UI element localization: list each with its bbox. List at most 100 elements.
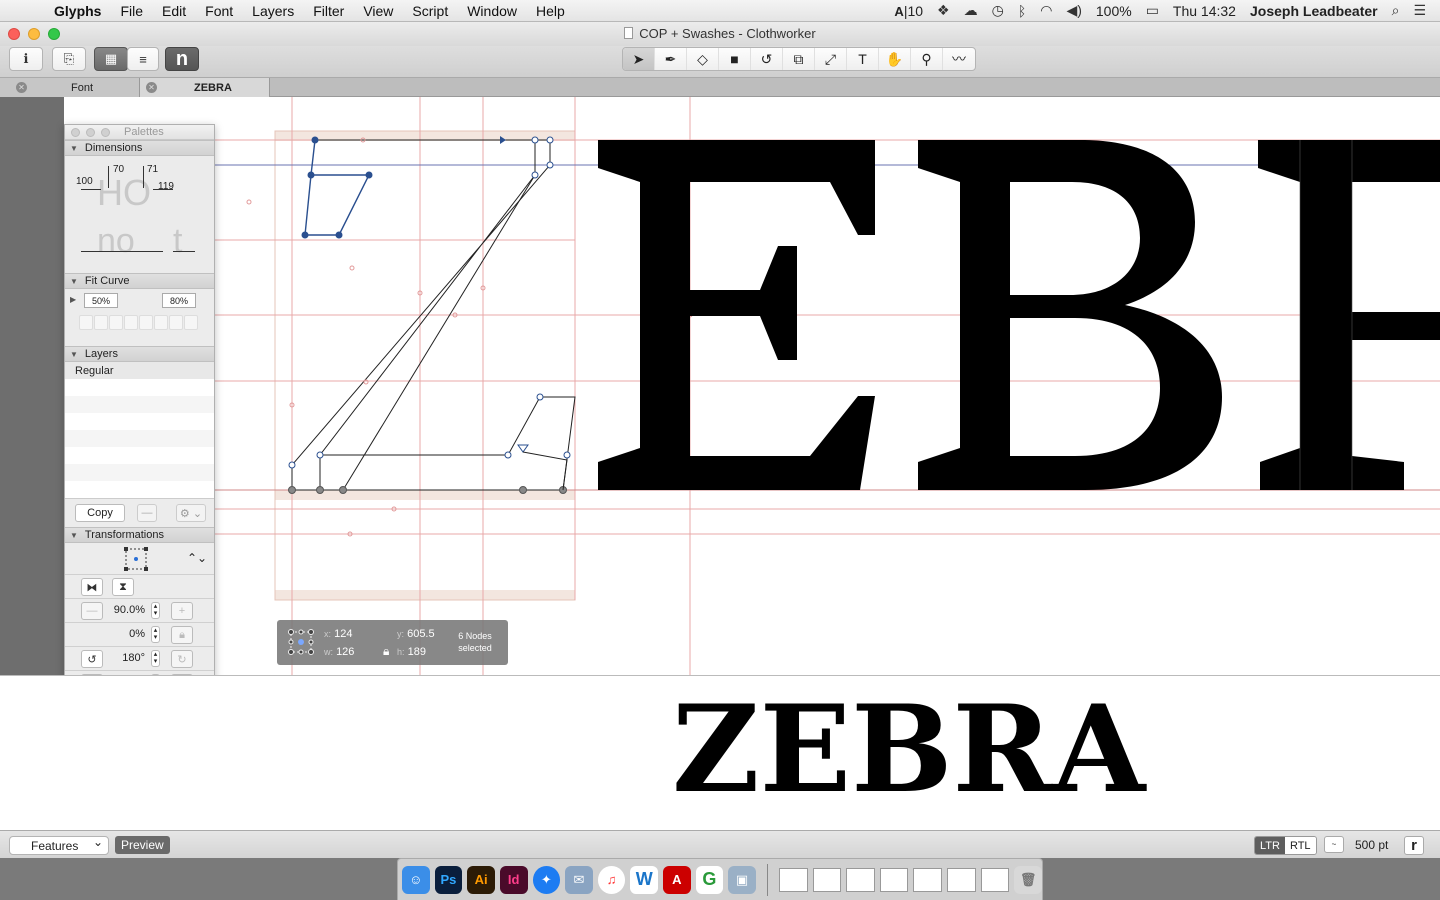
bluetooth-icon[interactable]: ᛒ [1018, 3, 1026, 19]
volume-icon[interactable]: ◀) [1066, 2, 1081, 19]
fit-curve-header[interactable]: ▼ Fit Curve [65, 273, 214, 289]
rotate-stepper[interactable]: ▴ ▾ [151, 650, 160, 667]
list-view-button[interactable]: ≡ [127, 47, 159, 71]
zoom-tool-icon[interactable]: ⚲ [911, 48, 943, 70]
rectangle-tool-icon[interactable]: ■ [719, 48, 751, 70]
scale-tool-icon[interactable]: ⧉ [783, 48, 815, 70]
transform-origin-icon[interactable] [287, 628, 315, 656]
y-field[interactable]: y: 605.5 [397, 628, 435, 640]
x-field[interactable]: x: 124 [324, 628, 352, 640]
notification-center-icon[interactable]: ☰ [1413, 2, 1426, 19]
fit-curve-min-field[interactable]: 50% [84, 293, 118, 308]
menu-edit[interactable]: Edit [162, 3, 186, 19]
illustrator-icon[interactable]: Ai [467, 865, 495, 894]
palette-close-button[interactable] [71, 127, 80, 137]
scale-down-button[interactable]: — [81, 602, 103, 620]
mail-icon[interactable]: ✉ [565, 865, 593, 894]
indesign-icon[interactable]: Id [499, 865, 528, 894]
dock-document-icon[interactable] [980, 867, 1010, 892]
creative-cloud-icon[interactable]: ☁ [964, 2, 978, 19]
layer-row-regular[interactable]: Regular [65, 362, 214, 379]
origin-stepper-icon[interactable]: ⌃⌄ [187, 551, 207, 565]
text-tool-icon[interactable]: T [847, 48, 879, 70]
height-field[interactable]: h: 189 [397, 646, 426, 658]
transformations-header[interactable]: ▼ Transformations [65, 527, 214, 543]
fit-curve-max-field[interactable]: 80% [162, 293, 196, 308]
reverse-preview-button[interactable]: r [1404, 836, 1424, 855]
photoshop-icon[interactable]: Ps [434, 865, 463, 894]
itunes-icon[interactable]: ♫ [597, 865, 626, 894]
dock-document-icon[interactable] [778, 867, 808, 892]
disclosure-triangle-icon[interactable]: ▼ [70, 144, 78, 153]
grid-view-button[interactable]: ▦ [94, 47, 128, 71]
menu-view[interactable]: View [363, 3, 393, 19]
tab-zebra[interactable]: ✕ ZEBRA [140, 78, 270, 97]
rotate-tool-icon[interactable]: ↺ [751, 48, 783, 70]
word-icon[interactable]: W [630, 865, 658, 894]
menu-layers[interactable]: Layers [252, 3, 294, 19]
disclosure-triangle-icon[interactable]: ▼ [70, 350, 78, 359]
spotlight-icon[interactable]: ⌕ [1392, 2, 1400, 19]
hand-tool-icon[interactable]: ✋ [879, 48, 911, 70]
close-tab-icon[interactable]: ✕ [16, 82, 27, 93]
measure-tool-icon[interactable]: 〰 [943, 48, 975, 70]
palette-zoom-button[interactable] [101, 127, 110, 137]
rotate-cw-icon[interactable]: ↻ [171, 650, 193, 668]
dropbox-icon[interactable]: ❖ [937, 2, 950, 19]
adobe-status[interactable]: A|10 [894, 3, 923, 19]
draw-tool-icon[interactable]: ✒ [655, 48, 687, 70]
slant-stepper[interactable]: ▴ ▾ [151, 626, 160, 643]
dock-document-icon[interactable] [947, 867, 976, 892]
scale-up-button[interactable]: + [171, 602, 193, 620]
bar-value[interactable]: 119 [158, 181, 174, 192]
wifi-icon[interactable]: ◠ [1040, 2, 1052, 19]
preview-app-icon[interactable]: ▣ [728, 865, 756, 894]
dock-document-icon[interactable] [913, 867, 943, 892]
dimensions-header[interactable]: ▼ Dimensions [65, 140, 214, 156]
width-field[interactable]: w: 126 [324, 646, 354, 658]
flip-horizontal-icon[interactable]: ⧓ [81, 578, 103, 596]
trash-icon[interactable]: 🗑︎ [1014, 865, 1042, 894]
stem-h-value[interactable]: 100 [76, 176, 93, 187]
dock-document-icon[interactable] [812, 867, 842, 892]
preview-size[interactable]: 500 pt [1355, 838, 1388, 852]
menu-app[interactable]: Glyphs [54, 3, 101, 19]
finder-icon[interactable]: ☺ [402, 865, 430, 894]
time-machine-icon[interactable]: ◷ [992, 2, 1004, 19]
palette-minimize-button[interactable] [86, 127, 95, 137]
layers-header[interactable]: ▼ Layers [65, 346, 214, 362]
menu-window[interactable]: Window [467, 3, 517, 19]
fit-curve-play-icon[interactable]: ▶ [70, 295, 76, 304]
preview-button[interactable]: Preview [115, 836, 170, 854]
menu-font[interactable]: Font [205, 3, 233, 19]
dock-document-icon[interactable] [879, 867, 909, 892]
select-tool-icon[interactable]: ➤ [623, 48, 655, 70]
rotate-ccw-icon[interactable]: ↺ [81, 650, 103, 668]
scale-stepper[interactable]: ▴ ▾ [151, 602, 160, 619]
remove-layer-button[interactable]: — [137, 504, 157, 522]
menu-file[interactable]: File [120, 3, 143, 19]
knife-tool-icon[interactable]: ⤢ [815, 48, 847, 70]
menu-script[interactable]: Script [412, 3, 448, 19]
copy-layer-button[interactable]: Copy [75, 504, 125, 522]
tab-font[interactable]: ✕ Font [0, 78, 140, 97]
stem-o-value[interactable]: 70 [113, 164, 124, 175]
clock[interactable]: Thu 14:32 [1173, 3, 1236, 19]
stem-o2-value[interactable]: 71 [147, 164, 158, 175]
disclosure-triangle-icon[interactable]: ▼ [70, 531, 78, 540]
fit-curve-presets[interactable] [79, 315, 198, 330]
battery-icon[interactable]: ▭ [1146, 2, 1159, 19]
close-tab-icon[interactable]: ✕ [146, 82, 157, 93]
features-select[interactable]: Features [9, 835, 109, 855]
palettes-titlebar[interactable]: Palettes [65, 125, 214, 140]
user-name[interactable]: Joseph Leadbeater [1250, 3, 1378, 19]
flip-vertical-icon[interactable]: ⧗ [112, 578, 134, 596]
glyphs-icon[interactable]: G [695, 865, 724, 894]
transform-origin-grid-icon[interactable] [123, 546, 149, 575]
info-button[interactable]: ℹ [9, 47, 43, 71]
lock-icon[interactable]: 🔒︎ [383, 644, 389, 659]
dock-document-icon[interactable] [846, 867, 875, 892]
ltr-button[interactable]: LTR [1255, 837, 1285, 854]
disclosure-triangle-icon[interactable]: ▼ [70, 277, 78, 286]
kerning-icon[interactable]: ~ [1324, 836, 1344, 853]
